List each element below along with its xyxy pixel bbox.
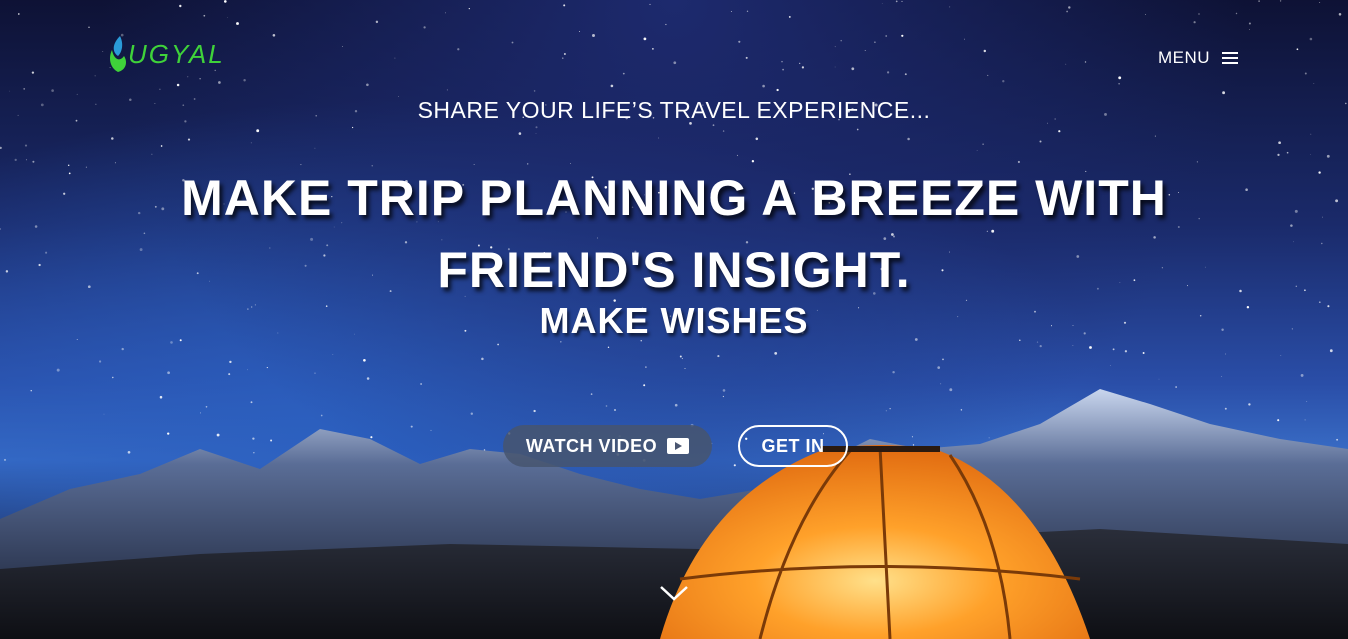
watch-video-label: WATCH VIDEO	[525, 435, 658, 456]
menu-button[interactable]: MENU	[1158, 48, 1239, 68]
get-in-label: GET IN	[761, 435, 825, 456]
brand-logo[interactable]: UGYAL	[108, 34, 225, 74]
leaf-icon	[110, 36, 126, 72]
watch-video-button[interactable]: WATCH VIDEO	[503, 425, 712, 467]
play-icon	[667, 438, 690, 454]
hero-headline: MAKE TRIP PLANNING A BREEZE WITH FRIEND'…	[181, 170, 1167, 298]
hero-subheadline: MAKE WISHES	[539, 300, 809, 341]
brand-name: UGYAL	[128, 38, 225, 69]
hamburger-icon	[1222, 52, 1239, 64]
chevron-down-icon[interactable]	[658, 583, 690, 603]
get-in-button[interactable]: GET IN	[738, 425, 848, 467]
menu-label: MENU	[1158, 48, 1211, 67]
hero-tagline: SHARE YOUR LIFE’S TRAVEL EXPERIENCE...	[417, 97, 931, 123]
